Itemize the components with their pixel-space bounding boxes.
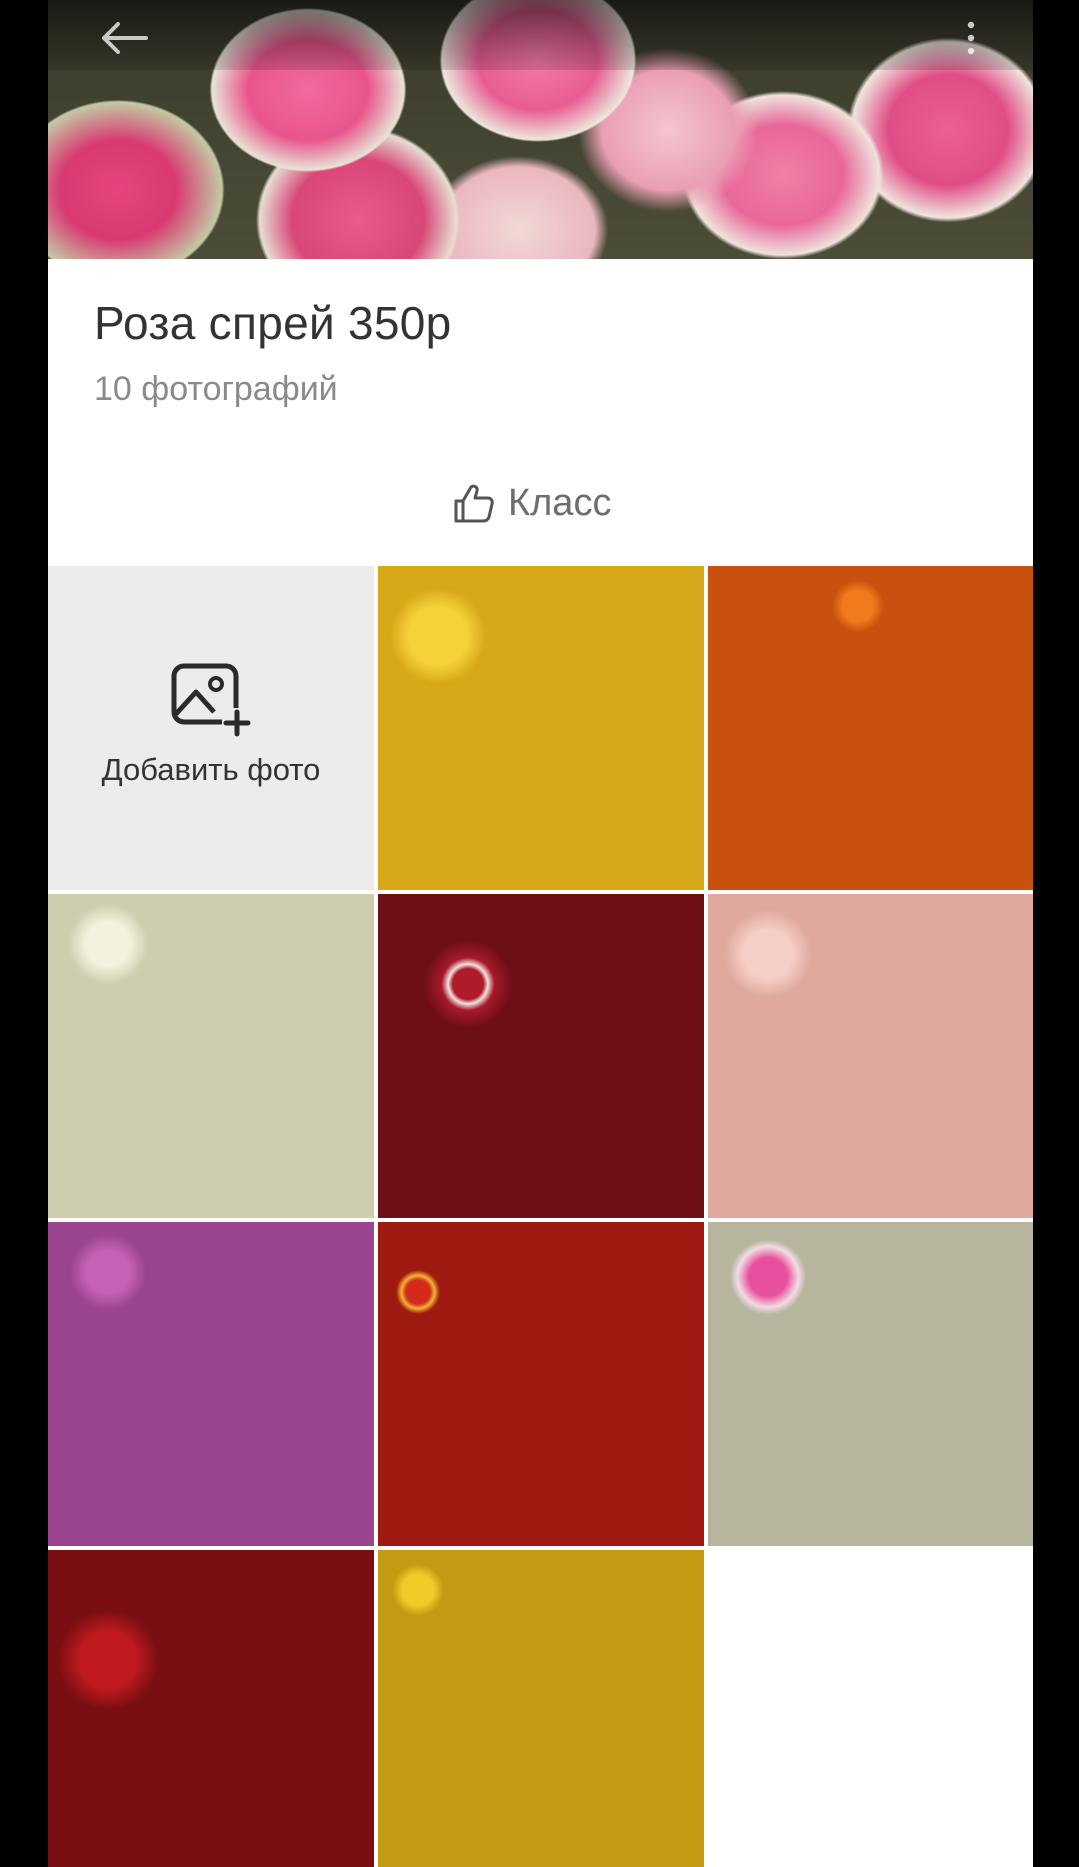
photo-count: 10 фотографий	[94, 370, 338, 408]
album-title: Роза спрей 350р	[94, 297, 452, 349]
album-cover-photo[interactable]	[48, 0, 1033, 259]
photo-grid: Добавить фото	[48, 566, 1033, 1867]
add-image-icon	[171, 663, 252, 738]
photo-thumbnail[interactable]	[48, 894, 374, 1218]
photo-thumbnail[interactable]	[48, 1222, 374, 1546]
add-photo-button[interactable]: Добавить фото	[48, 566, 374, 890]
thumbs-up-icon	[454, 484, 494, 523]
arrow-left-icon[interactable]	[96, 18, 156, 58]
photo-thumbnail[interactable]	[48, 1550, 374, 1867]
photo-thumbnail[interactable]	[378, 1222, 704, 1546]
like-label: Класс	[508, 481, 612, 524]
photo-thumbnail[interactable]	[708, 894, 1033, 1218]
photo-thumbnail[interactable]	[708, 1222, 1033, 1546]
add-photo-label: Добавить фото	[101, 752, 321, 787]
photo-thumbnail[interactable]	[378, 566, 704, 890]
empty-grid-cell	[708, 1550, 1033, 1867]
photo-thumbnail[interactable]	[378, 1550, 704, 1867]
photo-thumbnail[interactable]	[708, 566, 1033, 890]
photo-thumbnail[interactable]	[378, 894, 704, 1218]
like-button[interactable]: Класс	[450, 478, 611, 528]
album-page: Роза спрей 350р 10 фотографий Класс Доба…	[48, 0, 1033, 1867]
more-vertical-icon[interactable]	[961, 18, 981, 58]
top-bar	[48, 0, 1033, 70]
